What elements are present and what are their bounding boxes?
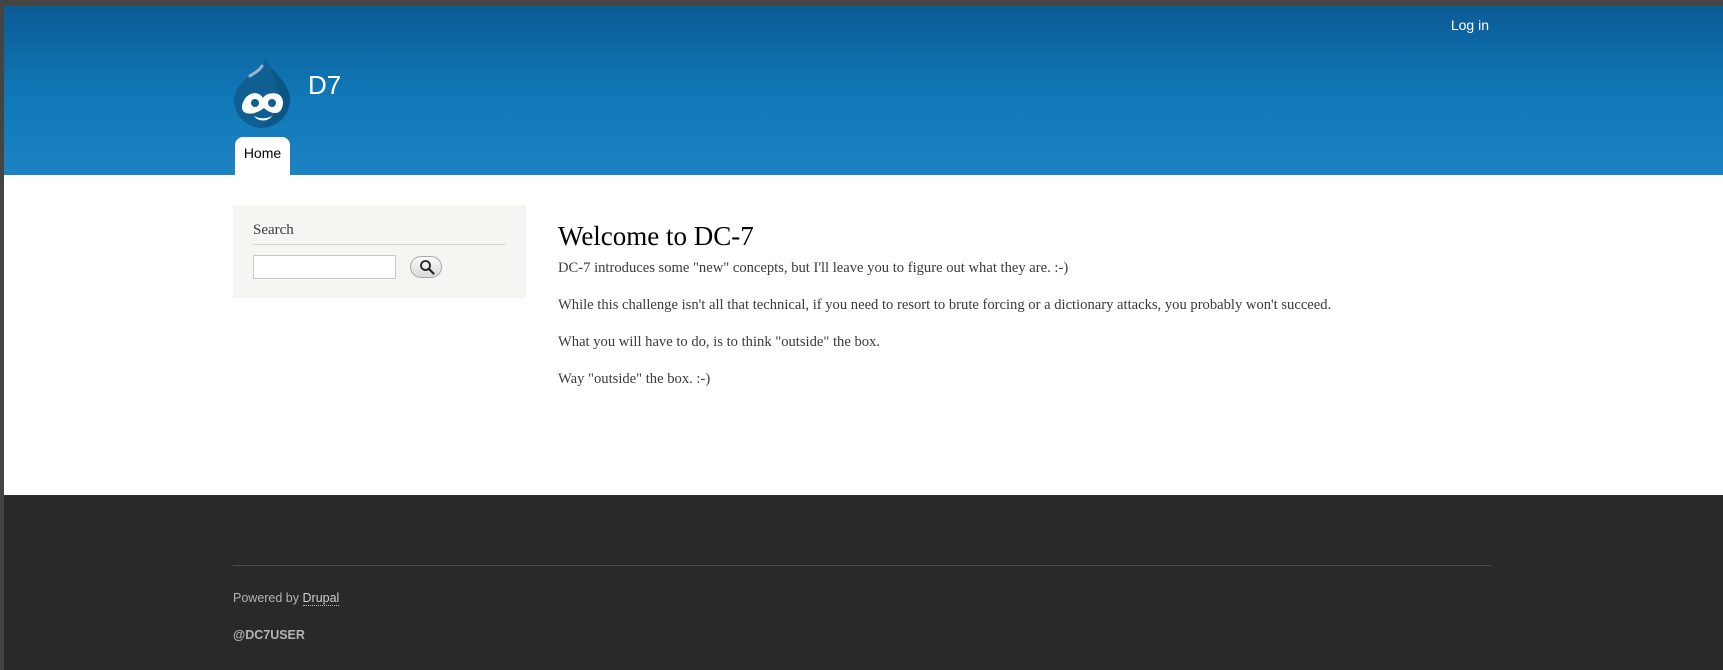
footer-divider <box>233 565 1491 566</box>
drupal-link[interactable]: Drupal <box>302 591 340 606</box>
search-block-title: Search <box>253 222 294 238</box>
content-paragraph: DC-7 introduces some "new" concepts, but… <box>558 260 1069 276</box>
search-input[interactable] <box>253 255 396 279</box>
search-button[interactable] <box>410 256 442 278</box>
browser-viewport: Log in D7 Home Search Welcome to DC-7 DC… <box>4 6 1723 670</box>
search-icon <box>420 260 435 275</box>
powered-by-label: Powered by <box>233 591 300 605</box>
login-link[interactable]: Log in <box>1451 17 1489 33</box>
divider <box>253 244 506 245</box>
drupal-drop-icon <box>234 59 290 128</box>
page-title: Welcome to DC-7 <box>558 221 754 251</box>
site-header: Log in D7 Home <box>4 6 1723 175</box>
content-paragraph: While this challenge isn't all that tech… <box>558 297 1332 313</box>
site-footer: Powered by Drupal @DC7USER <box>4 495 1723 670</box>
search-block: Search <box>233 205 526 298</box>
site-name-link[interactable]: D7 <box>308 70 341 101</box>
powered-by: Powered by Drupal <box>233 591 340 606</box>
footer-user-text: @DC7USER <box>233 628 305 642</box>
main-area: Search Welcome to DC-7 DC-7 introduces s… <box>4 175 1723 495</box>
tab-home[interactable]: Home <box>235 137 290 175</box>
content-paragraph: Way "outside" the box. :-) <box>558 371 711 387</box>
content-paragraph: What you will have to do, is to think "o… <box>558 334 880 350</box>
